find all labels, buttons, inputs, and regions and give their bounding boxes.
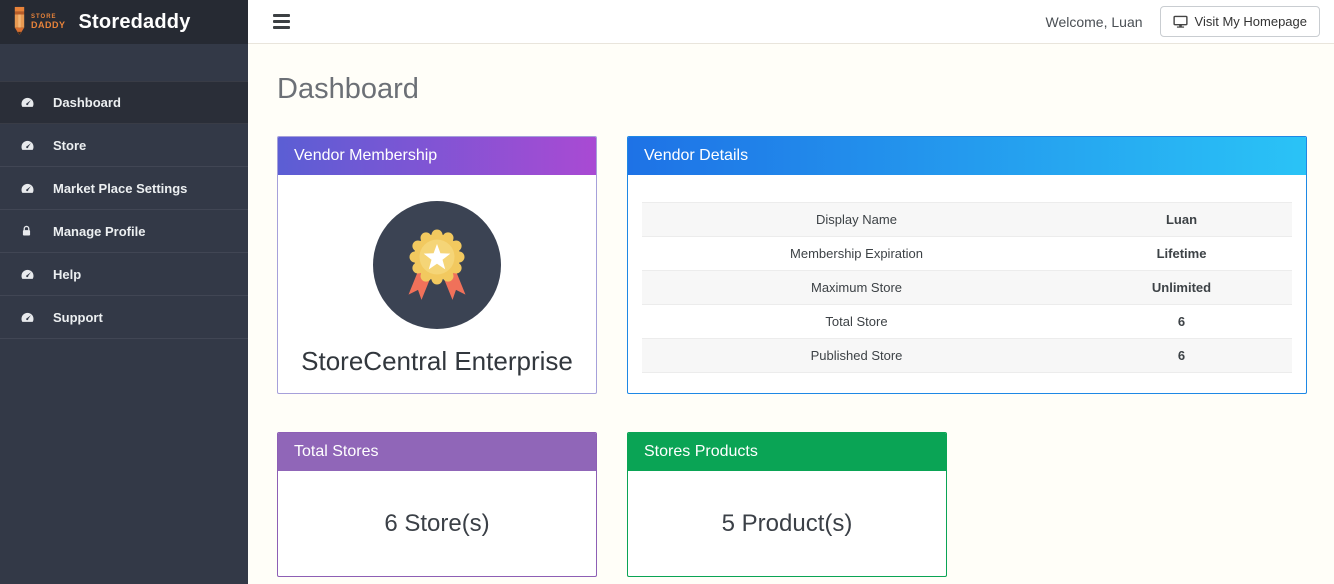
vendor-membership-header: Vendor Membership bbox=[278, 137, 596, 175]
detail-value: Luan bbox=[1071, 203, 1292, 237]
vendor-details-header: Vendor Details bbox=[628, 137, 1306, 175]
stores-products-title: Stores Products bbox=[644, 443, 758, 461]
total-stores-header: Total Stores bbox=[278, 433, 596, 471]
detail-value: Unlimited bbox=[1071, 271, 1292, 305]
logo-word-bottom: DADDY bbox=[31, 21, 66, 30]
total-stores-value: 6 Store(s) bbox=[278, 471, 596, 576]
vendor-details-card: Vendor Details Display Name Luan Members… bbox=[627, 136, 1307, 394]
main-content: Dashboard Vendor Membership bbox=[248, 44, 1334, 584]
detail-value: Lifetime bbox=[1071, 237, 1292, 271]
lock-icon bbox=[20, 224, 44, 238]
brand-link[interactable]: STORE DADDY Storedaddy bbox=[0, 0, 248, 44]
sidebar-menu: Dashboard Store Market Place Settings Ma… bbox=[0, 81, 248, 339]
detail-label: Published Store bbox=[642, 339, 1071, 373]
total-stores-card: Total Stores 6 Store(s) bbox=[277, 432, 597, 577]
gauge-icon bbox=[20, 181, 44, 196]
sidebar-item-dashboard[interactable]: Dashboard bbox=[0, 81, 248, 124]
vendor-membership-body: StoreCentral Enterprise bbox=[278, 175, 596, 377]
vendor-details-table: Display Name Luan Membership Expiration … bbox=[642, 202, 1292, 373]
medal-icon bbox=[373, 201, 501, 329]
gauge-icon bbox=[20, 310, 44, 325]
visit-homepage-label: Visit My Homepage bbox=[1195, 14, 1307, 29]
cards-row-bottom: Total Stores 6 Store(s) Stores Products … bbox=[277, 432, 1307, 577]
detail-label: Membership Expiration bbox=[642, 237, 1071, 271]
hamburger-icon[interactable] bbox=[271, 10, 292, 33]
table-row: Published Store 6 bbox=[642, 339, 1292, 373]
detail-label: Total Store bbox=[642, 305, 1071, 339]
sidebar-item-label: Help bbox=[53, 267, 81, 282]
sidebar-item-label: Store bbox=[53, 138, 86, 153]
topbar: Welcome, Luan Visit My Homepage bbox=[248, 0, 1334, 44]
gauge-icon bbox=[20, 267, 44, 282]
table-row: Display Name Luan bbox=[642, 203, 1292, 237]
vendor-details-body: Display Name Luan Membership Expiration … bbox=[628, 175, 1306, 373]
sidebar: STORE DADDY Storedaddy Dashboard Store M… bbox=[0, 0, 248, 584]
detail-value: 6 bbox=[1071, 339, 1292, 373]
table-row: Total Store 6 bbox=[642, 305, 1292, 339]
detail-label: Maximum Store bbox=[642, 271, 1071, 305]
total-stores-title: Total Stores bbox=[294, 443, 378, 461]
monitor-icon bbox=[1173, 14, 1188, 29]
sidebar-item-label: Support bbox=[53, 310, 103, 325]
membership-plan-name: StoreCentral Enterprise bbox=[278, 346, 596, 377]
topbar-right: Welcome, Luan Visit My Homepage bbox=[1046, 6, 1321, 37]
sidebar-item-help[interactable]: Help bbox=[0, 253, 248, 296]
vendor-membership-card: Vendor Membership bbox=[277, 136, 597, 394]
detail-value: 6 bbox=[1071, 305, 1292, 339]
brand-name: Storedaddy bbox=[79, 11, 191, 34]
storedaddy-logo-icon bbox=[10, 6, 29, 38]
stores-products-value: 5 Product(s) bbox=[628, 471, 946, 576]
sidebar-item-manage-profile[interactable]: Manage Profile bbox=[0, 210, 248, 253]
visit-homepage-button[interactable]: Visit My Homepage bbox=[1160, 6, 1320, 37]
page-title: Dashboard bbox=[277, 73, 1307, 106]
table-row: Membership Expiration Lifetime bbox=[642, 237, 1292, 271]
sidebar-item-label: Market Place Settings bbox=[53, 181, 187, 196]
table-row: Maximum Store Unlimited bbox=[642, 271, 1292, 305]
gauge-icon bbox=[20, 138, 44, 153]
cards-row-top: Vendor Membership bbox=[277, 136, 1307, 394]
logo-wordmark: STORE DADDY bbox=[31, 14, 66, 30]
stores-products-card: Stores Products 5 Product(s) bbox=[627, 432, 947, 577]
detail-label: Display Name bbox=[642, 203, 1071, 237]
welcome-text: Welcome, Luan bbox=[1046, 14, 1143, 30]
stores-products-header: Stores Products bbox=[628, 433, 946, 471]
sidebar-item-store[interactable]: Store bbox=[0, 124, 248, 167]
vendor-membership-title: Vendor Membership bbox=[294, 147, 437, 165]
sidebar-item-market-place-settings[interactable]: Market Place Settings bbox=[0, 167, 248, 210]
gauge-icon bbox=[20, 95, 44, 110]
sidebar-item-support[interactable]: Support bbox=[0, 296, 248, 339]
sidebar-item-label: Dashboard bbox=[53, 95, 121, 110]
sidebar-item-label: Manage Profile bbox=[53, 224, 145, 239]
vendor-details-title: Vendor Details bbox=[644, 147, 748, 165]
